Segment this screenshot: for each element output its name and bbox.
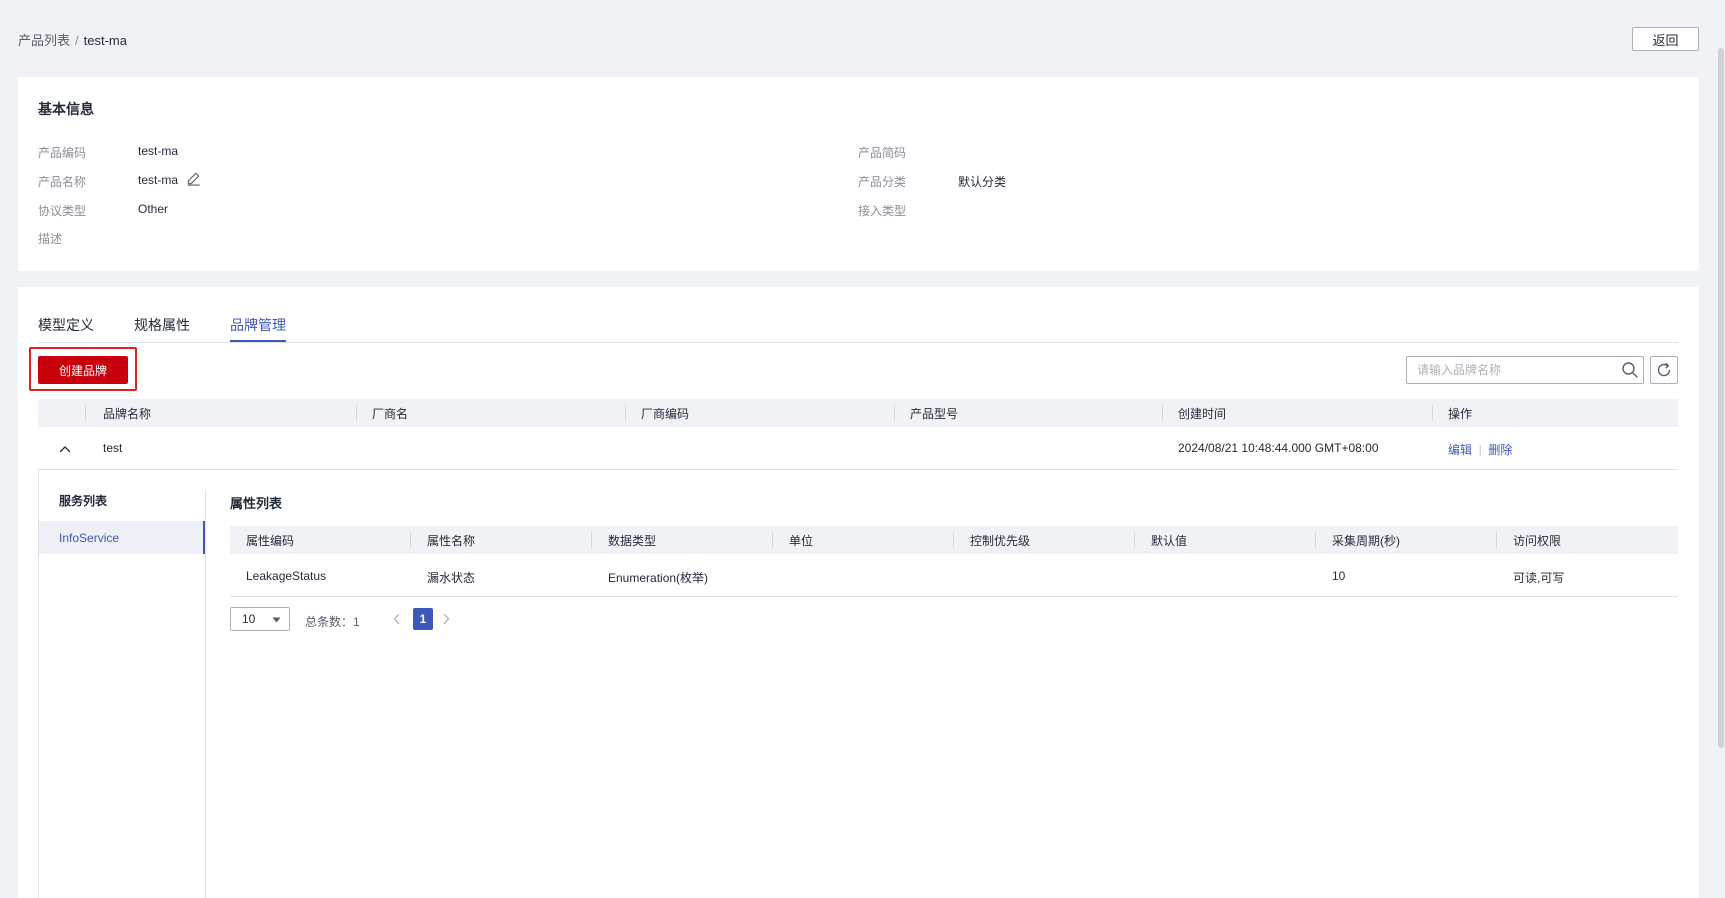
category-value: 默认分类 — [958, 175, 1007, 189]
access-type-label: 接入类型 — [858, 204, 907, 218]
service-panel-divider — [205, 490, 206, 898]
property-column-header-collect-period: 采集周期(秒) — [1332, 534, 1400, 548]
description-label: 描述 — [38, 232, 63, 246]
action-separator: | — [1478, 443, 1482, 457]
service-list-title: 服务列表 — [59, 494, 108, 508]
search-box — [1406, 356, 1644, 384]
service-item-label[interactable]: InfoService — [59, 531, 119, 545]
column-divider — [772, 532, 773, 548]
search-icon[interactable] — [1621, 361, 1639, 379]
category-label: 产品分类 — [858, 175, 907, 189]
refresh-button[interactable] — [1650, 356, 1678, 384]
property-access-cell: 可读,可写 — [1513, 571, 1565, 585]
property-data-type-cell: Enumeration(枚举) — [608, 571, 709, 585]
page-number-active[interactable]: 1 — [413, 608, 433, 630]
chevron-left-icon[interactable] — [392, 612, 402, 629]
property-list-title: 属性列表 — [230, 496, 283, 511]
protocol-value: Other — [138, 202, 169, 216]
column-divider — [1496, 532, 1497, 548]
property-column-header-name: 属性名称 — [427, 534, 476, 548]
tab-spec-attributes[interactable]: 规格属性 — [134, 315, 190, 335]
row-divider — [38, 469, 1678, 470]
property-column-header-unit: 单位 — [789, 534, 814, 548]
page-size-select[interactable]: 10 — [230, 607, 290, 631]
property-column-header-code: 属性编码 — [246, 534, 295, 548]
product-code-label: 产品编码 — [38, 146, 87, 160]
back-button[interactable]: 返回 — [1632, 27, 1699, 51]
column-header-actions: 操作 — [1448, 407, 1473, 421]
chevron-up-icon[interactable] — [58, 442, 72, 459]
tabs-divider — [38, 342, 1678, 343]
column-divider — [1432, 405, 1433, 421]
column-divider — [591, 532, 592, 548]
total-count: 总条数：1 — [305, 615, 360, 629]
property-column-header-access: 访问权限 — [1513, 534, 1562, 548]
brand-name-cell: test — [103, 441, 123, 455]
create-brand-button[interactable]: 创建品牌 — [38, 356, 128, 384]
edit-icon[interactable] — [186, 171, 201, 189]
column-divider — [85, 405, 86, 421]
page-size-value: 10 — [242, 612, 256, 626]
column-header-product-model: 产品型号 — [910, 407, 959, 421]
caret-down-icon — [272, 612, 281, 626]
column-header-brand-name: 品牌名称 — [103, 407, 152, 421]
column-divider — [1134, 532, 1135, 548]
edit-brand-link[interactable]: 编辑 — [1448, 443, 1472, 457]
product-code-value: test-ma — [138, 144, 179, 158]
short-code-label: 产品简码 — [858, 146, 907, 160]
column-header-created-at: 创建时间 — [1178, 407, 1227, 421]
breadcrumb-parent[interactable]: 产品列表 — [18, 33, 70, 48]
breadcrumb-current: test-ma — [83, 33, 127, 48]
scrollbar-thumb[interactable] — [1718, 48, 1724, 748]
property-code-cell: LeakageStatus — [246, 569, 327, 583]
delete-brand-link[interactable]: 删除 — [1488, 443, 1512, 457]
row-divider — [230, 596, 1678, 597]
column-divider — [410, 532, 411, 548]
product-name-label: 产品名称 — [38, 175, 87, 189]
column-divider — [894, 405, 895, 421]
basic-info-title: 基本信息 — [38, 101, 94, 117]
property-name-cell: 漏水状态 — [427, 571, 476, 585]
property-collect-period-cell: 10 — [1332, 569, 1346, 583]
created-at-cell: 2024/08/21 10:48:44.000 GMT+08:00 — [1178, 441, 1379, 455]
tab-model-definition[interactable]: 模型定义 — [38, 315, 94, 335]
column-divider — [1315, 532, 1316, 548]
property-column-header-control-priority: 控制优先级 — [970, 534, 1031, 548]
actions-cell: 编辑 | 删除 — [1448, 441, 1512, 458]
protocol-label: 协议类型 — [38, 204, 87, 218]
column-header-vendor-name: 厂商名 — [372, 407, 409, 421]
breadcrumb: 产品列表 / test-ma — [18, 30, 127, 49]
tab-brand-management[interactable]: 品牌管理 — [230, 315, 286, 335]
property-column-header-data-type: 数据类型 — [608, 534, 657, 548]
brand-search-input[interactable] — [1417, 363, 1621, 377]
refresh-icon — [1657, 362, 1671, 377]
column-divider — [953, 532, 954, 548]
product-name-value: test-ma — [138, 173, 179, 187]
column-divider — [356, 405, 357, 421]
chevron-right-icon[interactable] — [441, 612, 451, 629]
column-divider — [1162, 405, 1163, 421]
active-tab-indicator — [230, 340, 286, 342]
service-item-active-indicator — [203, 521, 205, 554]
breadcrumb-separator: / — [75, 33, 79, 48]
column-divider — [625, 405, 626, 421]
column-header-vendor-code: 厂商编码 — [641, 407, 690, 421]
property-column-header-default-value: 默认值 — [1151, 534, 1188, 548]
